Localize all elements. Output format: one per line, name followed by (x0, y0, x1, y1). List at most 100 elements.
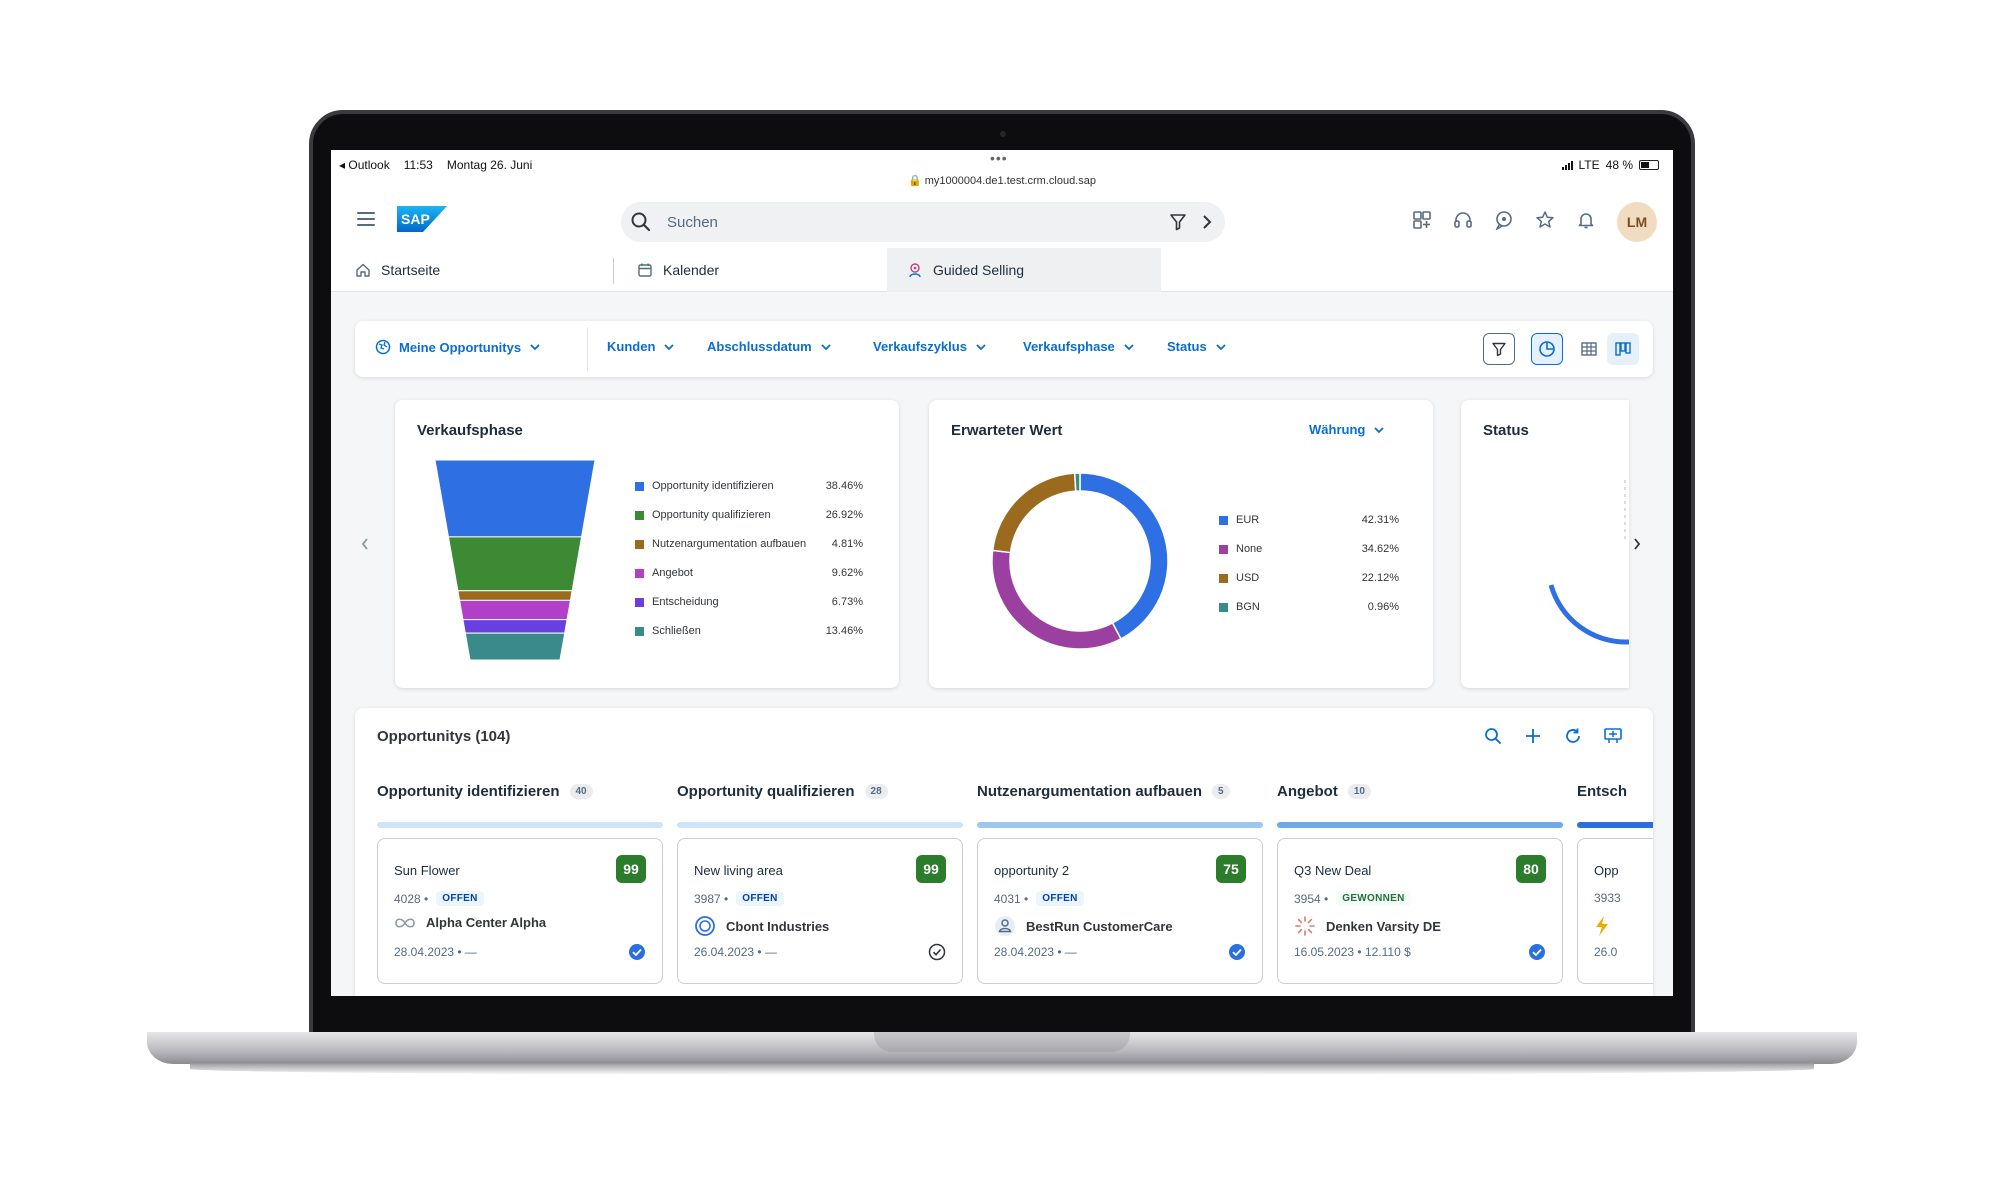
table-view-toggle[interactable] (1573, 333, 1605, 365)
headset-icon[interactable] (1452, 209, 1474, 231)
tab-label: Guided Selling (933, 262, 1025, 278)
carousel-prev-button[interactable] (355, 534, 375, 554)
account-name[interactable]: Alpha Center Alpha (426, 915, 546, 930)
funnel-legend-item[interactable]: Angebot 9.62% (635, 567, 875, 579)
expected-value-card[interactable]: Erwarteter Wert Währung EUR 42.31% None 34.… (929, 400, 1433, 688)
funnel-segment-5[interactable] (464, 632, 566, 660)
chevron-down-icon (664, 343, 675, 350)
opportunity-name[interactable]: Opp (1594, 863, 1619, 878)
donut-legend-item[interactable]: None 34.62% (1219, 543, 1419, 555)
tab-guided-selling[interactable]: Guided Selling (887, 248, 1161, 292)
back-app-link[interactable]: ◂ Outlook (339, 158, 390, 172)
opportunity-card[interactable]: New living area 99 3987 • OFFEN Cbont In… (677, 838, 963, 984)
filter-my-opportunities[interactable]: Meine Opportunitys (375, 339, 541, 355)
apps-icon[interactable] (1411, 209, 1433, 231)
more-dots-icon[interactable]: ••• (990, 150, 1008, 166)
filter-kunden[interactable]: Kunden (607, 339, 675, 354)
donut-slice-3[interactable] (1073, 472, 1081, 492)
legend-swatch (635, 597, 644, 607)
close-date: 26.04.2023 • — (694, 945, 777, 959)
filter-settings-button[interactable] (1483, 333, 1515, 365)
tab-startseite[interactable]: Startseite (335, 248, 605, 292)
settings-icon[interactable] (1601, 724, 1625, 748)
filter-icon[interactable] (1169, 213, 1187, 231)
opportunity-name[interactable]: Q3 New Deal (1294, 863, 1371, 878)
tab-label: Kalender (663, 262, 720, 278)
funnel-segment-0[interactable] (435, 460, 596, 538)
funnel-segment-4[interactable] (462, 619, 568, 634)
donut-legend-item[interactable]: USD 22.12% (1219, 572, 1419, 584)
refresh-icon[interactable] (1561, 724, 1585, 748)
carousel-next-button[interactable] (1627, 534, 1647, 554)
score-badge: 75 (1216, 855, 1246, 883)
bell-icon[interactable] (1575, 209, 1597, 231)
legend-swatch (635, 481, 644, 491)
opportunity-card[interactable]: Q3 New Deal 80 3954 • GEWONNEN Denken Va… (1277, 838, 1563, 984)
account-name[interactable]: Cbont Industries (726, 919, 829, 934)
funnel-segment-1[interactable] (447, 536, 583, 592)
legend-swatch (1219, 573, 1228, 583)
status-badge: OFFEN (436, 891, 484, 906)
funnel-legend-item[interactable]: Entscheidung 6.73% (635, 596, 875, 608)
donut-legend-item[interactable]: EUR 42.31% (1219, 514, 1419, 526)
search-field[interactable]: Suchen (621, 202, 1225, 242)
chat-icon[interactable] (1493, 209, 1515, 231)
menu-icon[interactable] (357, 212, 375, 226)
globe-icon (375, 339, 391, 355)
url-bar[interactable]: 🔒 my1000004.de1.test.crm.cloud.sap (331, 174, 1673, 187)
opportunity-name[interactable]: New living area (694, 863, 783, 878)
sales-phase-card[interactable]: Verkaufsphase Opportunity identifizieren… (395, 400, 899, 688)
check-filled-icon[interactable] (1228, 943, 1246, 961)
opportunity-card[interactable]: Opp 3933 26.0 (1577, 838, 1653, 984)
funnel-segment-3[interactable] (458, 599, 572, 621)
funnel-legend-item[interactable]: Opportunity identifizieren 38.46% (635, 480, 875, 492)
filter-abschlussdatum[interactable]: Abschlussdatum (707, 339, 832, 354)
check-outline-icon[interactable] (928, 943, 946, 961)
opportunity-card[interactable]: opportunity 2 75 4031 • OFFEN BestRun Cu… (977, 838, 1263, 984)
donut-slice-2[interactable] (991, 472, 1077, 554)
chevron-right-icon[interactable] (1201, 214, 1213, 230)
chart-view-toggle[interactable] (1531, 333, 1563, 365)
chevron-down-icon (1124, 343, 1134, 350)
donut-legend-item[interactable]: BGN 0.96% (1219, 601, 1419, 613)
filter-label: Meine Opportunitys (399, 339, 522, 355)
filter-verkaufsphase[interactable]: Verkaufsphase (1023, 339, 1135, 354)
funnel-segment-2[interactable] (457, 590, 573, 601)
funnel-legend-item[interactable]: Nutzenargumentation aufbauen 4.81% (635, 538, 875, 550)
camera (1000, 131, 1006, 137)
column-entscheidung-partial: Entsch Opp 3933 26.0 (1577, 780, 1653, 984)
filter-verkaufszyklus[interactable]: Verkaufszyklus (873, 339, 987, 354)
search-icon[interactable] (1481, 724, 1505, 748)
opportunity-name[interactable]: Sun Flower (394, 863, 460, 878)
account-name[interactable]: Denken Varsity DE (1326, 919, 1441, 934)
column-count-badge: 40 (569, 783, 593, 799)
star-icon[interactable] (1534, 209, 1556, 231)
donut-slice-0[interactable] (1079, 472, 1169, 640)
avatar[interactable]: LM (1617, 202, 1657, 242)
check-filled-icon[interactable] (628, 943, 646, 961)
laptop-notch (874, 1032, 1130, 1052)
status-card[interactable]: Status (1461, 400, 1629, 688)
tab-kalender[interactable]: Kalender (617, 248, 883, 292)
funnel-legend-item[interactable]: Opportunity qualifizieren 26.92% (635, 509, 875, 521)
legend-label: Nutzenargumentation aufbauen (652, 538, 807, 550)
add-icon[interactable] (1521, 724, 1545, 748)
opportunity-name[interactable]: opportunity 2 (994, 863, 1069, 878)
opportunity-card[interactable]: Sun Flower 99 4028 • OFFEN Alpha Center … (377, 838, 663, 984)
chevron-down-icon (1374, 426, 1384, 433)
funnel-legend-item[interactable]: Schließen 13.46% (635, 625, 875, 637)
currency-dropdown[interactable]: Währung (1309, 422, 1385, 437)
column-opportunity-qualifizieren: Opportunity qualifizieren 28 New living … (677, 780, 963, 984)
legend-label: Entscheidung (652, 596, 719, 608)
filter-status[interactable]: Status (1167, 339, 1227, 354)
sap-logo[interactable]: SAP (397, 206, 447, 232)
check-filled-icon[interactable] (1528, 943, 1546, 961)
legend-label: Angebot (652, 567, 693, 579)
search-icon[interactable] (631, 212, 651, 232)
legend-swatch (635, 539, 644, 549)
column-count-badge: 5 (1212, 783, 1230, 799)
board-view-toggle[interactable] (1607, 333, 1639, 365)
status-badge: GEWONNEN (1336, 891, 1411, 906)
account-name[interactable]: BestRun CustomerCare (1026, 919, 1173, 934)
donut-slice-1[interactable] (991, 549, 1122, 650)
